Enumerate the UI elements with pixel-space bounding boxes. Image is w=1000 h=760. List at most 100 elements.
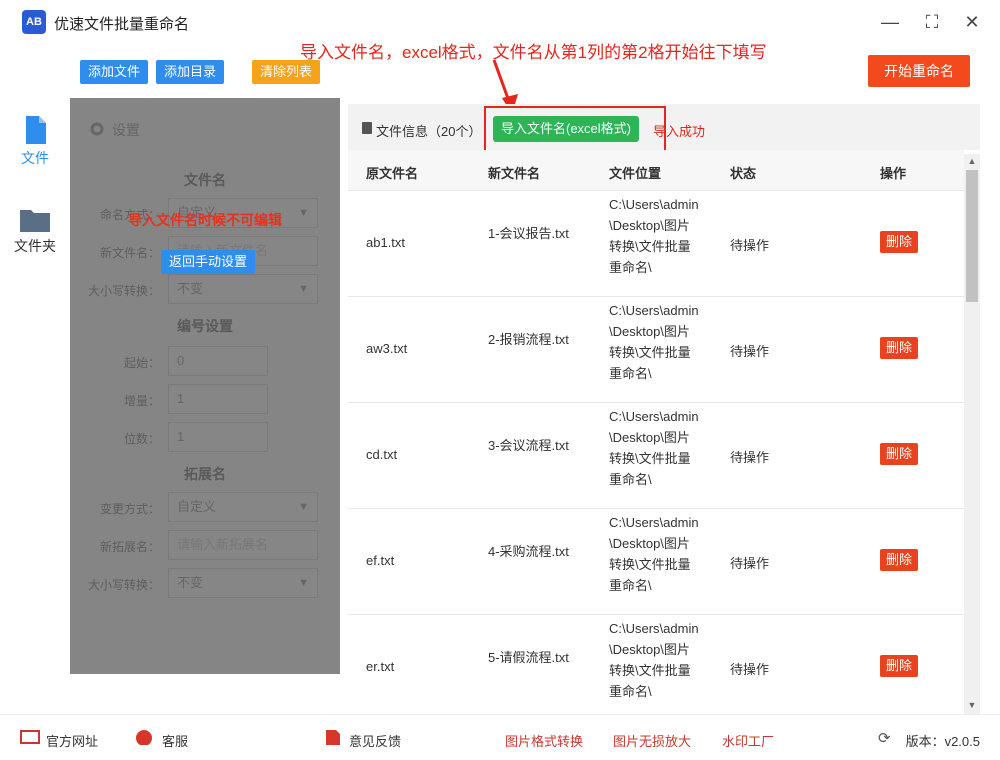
col-new: 新文件名	[488, 166, 541, 181]
col-action: 操作	[880, 166, 907, 181]
new-ext-input[interactable]: 请输入新拓展名	[168, 530, 318, 560]
minimize-button[interactable]: —	[878, 10, 902, 34]
orig-name: ef.txt	[366, 553, 395, 568]
file-path: C:\Users\admin\Desktop\图片转换\文件批量重命名\	[609, 515, 699, 593]
new-name: 1-会议报告.txt	[488, 226, 569, 241]
new-name: 5-请假流程.txt	[488, 650, 569, 665]
new-name: 2-报销流程.txt	[488, 332, 569, 347]
website-link[interactable]: 官方网址	[46, 731, 98, 750]
table-row[interactable]: ef.txt 4-采购流程.txt C:\Users\admin\Desktop…	[348, 508, 964, 614]
delete-button[interactable]: 删除	[880, 443, 919, 465]
nav-files[interactable]: 文件	[0, 116, 70, 168]
file-icon	[26, 116, 46, 144]
step-label: 增量：	[123, 394, 160, 408]
new-name: 4-采购流程.txt	[488, 544, 569, 559]
scrollbar[interactable]: ▲ ▼	[964, 154, 980, 714]
digits-input[interactable]: 1	[168, 422, 268, 452]
annotation-highlight-box	[484, 106, 666, 154]
case-select[interactable]: 不变 ▼	[168, 274, 318, 304]
back-manual-button[interactable]: 返回手动设置	[161, 250, 256, 274]
table-row[interactable]: er.txt 5-请假流程.txt C:\Users\admin\Desktop…	[348, 614, 964, 714]
add-dir-button[interactable]: 添加目录	[156, 60, 225, 84]
edit-disabled-warning: 导入文件名时候不可编辑	[128, 212, 282, 228]
delete-button[interactable]: 删除	[880, 655, 919, 677]
digits-label: 位数：	[123, 432, 160, 446]
chevron-down-icon: ▼	[298, 501, 309, 513]
case-label: 大小写转换：	[87, 284, 160, 298]
file-panel: 文件信息（20个） 导入文件名(excel格式) 导入成功 原文件名 新文件名 …	[348, 104, 980, 714]
file-path: C:\Users\admin\Desktop\图片转换\文件批量重命名\	[609, 409, 699, 487]
ext-mode-label: 变更方式：	[99, 502, 160, 516]
gear-icon	[90, 122, 104, 136]
orig-name: er.txt	[366, 659, 395, 674]
step-input[interactable]: 1	[168, 384, 268, 414]
start-label: 起始：	[123, 356, 160, 370]
table-row[interactable]: ab1.txt 1-会议报告.txt C:\Users\admin\Deskto…	[348, 190, 964, 296]
start-input[interactable]: 0	[168, 346, 268, 376]
table-header: 原文件名 新文件名 文件位置 状态 操作	[348, 150, 964, 190]
annotation-text: 导入文件名，excel格式，文件名从第1列的第2格开始往下填写	[300, 43, 767, 62]
ext-mode-value: 自定义	[177, 499, 217, 514]
ext-case-label: 大小写转换：	[87, 578, 160, 592]
folder-icon	[20, 210, 50, 232]
filename-section-title: 文件名	[184, 172, 226, 188]
scroll-thumb[interactable]	[966, 170, 978, 302]
chevron-down-icon: ▼	[298, 577, 309, 589]
ext-case-select[interactable]: 不变 ▼	[168, 568, 318, 598]
watermark-link[interactable]: 水印工厂	[722, 731, 774, 750]
table-row[interactable]: aw3.txt 2-报销流程.txt C:\Users\admin\Deskto…	[348, 296, 964, 402]
orig-name: cd.txt	[366, 447, 398, 462]
orig-name: aw3.txt	[366, 341, 408, 356]
left-nav: 文件 文件夹	[0, 96, 70, 714]
feedback-link[interactable]: 意见反馈	[349, 731, 401, 750]
file-path: C:\Users\admin\Desktop\图片转换\文件批量重命名\	[609, 197, 699, 275]
table-row[interactable]: cd.txt 3-会议流程.txt C:\Users\admin\Desktop…	[348, 402, 964, 508]
nav-folders[interactable]: 文件夹	[0, 208, 70, 256]
nav-files-label: 文件	[21, 150, 49, 166]
orig-name: ab1.txt	[366, 235, 406, 250]
chevron-down-icon: ▼	[298, 207, 309, 219]
ext-section-title: 拓展名	[184, 466, 226, 482]
status: 待操作	[730, 344, 770, 359]
document-icon	[362, 122, 372, 134]
app-logo-icon: AB	[22, 10, 46, 34]
new-ext-label: 新拓展名：	[99, 540, 160, 554]
numbering-section-title: 编号设置	[177, 318, 233, 334]
service-link[interactable]: 客服	[162, 731, 188, 750]
settings-panel: 设置 文件名 命名方式： 自定义▼ 新文件名： 请输入新文件名 大小写转换： 不…	[70, 98, 340, 674]
website-icon	[20, 730, 40, 744]
img-convert-link[interactable]: 图片格式转换	[505, 731, 583, 750]
add-file-button[interactable]: 添加文件	[80, 60, 149, 84]
col-orig: 原文件名	[366, 166, 419, 181]
ext-mode-select[interactable]: 自定义 ▼	[168, 492, 318, 522]
status: 待操作	[730, 556, 770, 571]
clear-list-button[interactable]: 清除列表	[252, 60, 321, 84]
col-status: 状态	[730, 166, 757, 181]
nav-folders-label: 文件夹	[14, 238, 56, 254]
img-enlarge-link[interactable]: 图片无损放大	[613, 731, 691, 750]
file-info-label: 文件信息（20个）	[376, 124, 482, 139]
app-title: 优速文件批量重命名	[54, 16, 190, 33]
settings-header: 设置	[112, 122, 140, 138]
customer-service-icon	[136, 730, 152, 745]
delete-button[interactable]: 删除	[880, 337, 919, 359]
delete-button[interactable]: 删除	[880, 231, 919, 253]
app-window: AB 优速文件批量重命名 — ⛶ ✕ 添加文件 添加目录 清除列表 开始重命名 …	[0, 0, 1000, 760]
chevron-down-icon: ▼	[298, 283, 309, 295]
status: 待操作	[730, 238, 770, 253]
delete-button[interactable]: 删除	[880, 549, 919, 571]
version-label: 版本：v2.0.5	[905, 734, 980, 749]
close-button[interactable]: ✕	[960, 10, 984, 34]
file-path: C:\Users\admin\Desktop\图片转换\文件批量重命名\	[609, 621, 699, 699]
status: 待操作	[730, 450, 770, 465]
scroll-up-icon[interactable]: ▲	[967, 156, 977, 166]
footer: 官方网址 客服 意见反馈 图片格式转换 图片无损放大 水印工厂 ⟳ 版本：v2.…	[0, 714, 1000, 760]
file-path: C:\Users\admin\Desktop\图片转换\文件批量重命名\	[609, 303, 699, 381]
maximize-button[interactable]: ⛶	[920, 10, 944, 34]
new-name-label: 新文件名：	[99, 246, 160, 260]
new-name: 3-会议流程.txt	[488, 438, 569, 453]
case-value: 不变	[177, 281, 204, 296]
scroll-down-icon[interactable]: ▼	[967, 700, 977, 710]
feedback-icon	[326, 730, 340, 745]
start-rename-button[interactable]: 开始重命名	[868, 55, 970, 87]
